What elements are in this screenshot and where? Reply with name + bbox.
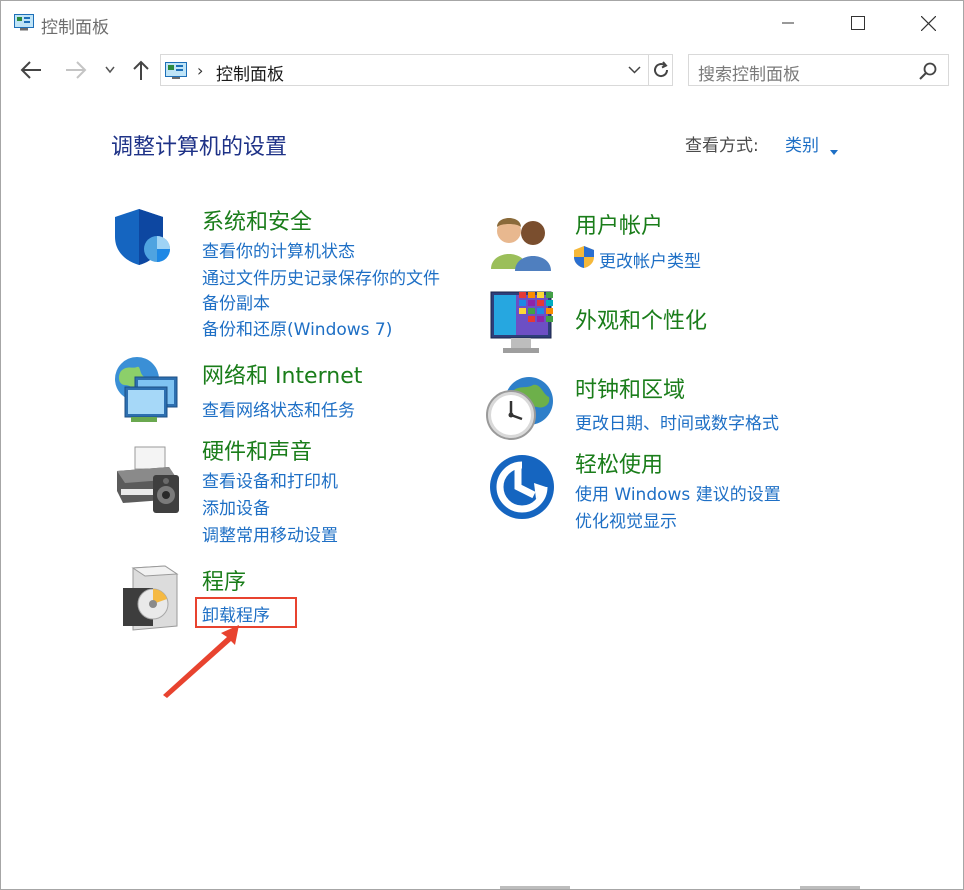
category-title-user-accounts[interactable]: 用户帐户: [575, 208, 663, 240]
uac-shield-icon: [573, 245, 595, 273]
link-windows-recommended-settings[interactable]: 使用 Windows 建议的设置: [575, 480, 781, 505]
back-arrow-icon: [20, 61, 41, 79]
page-title: 调整计算机的设置: [111, 135, 288, 160]
taskbar-edge: [800, 886, 860, 889]
forward-button[interactable]: [63, 57, 89, 83]
search-input[interactable]: 搜索控制面板: [698, 60, 800, 85]
minimize-button[interactable]: [758, 1, 818, 45]
taskbar-edge: [500, 886, 570, 889]
printer-icon[interactable]: [113, 445, 185, 521]
chevron-down-icon: [105, 66, 115, 74]
control-panel-app-icon: [14, 14, 34, 31]
view-by-dropdown[interactable]: 类别: [785, 131, 819, 156]
address-bar[interactable]: › 控制面板: [160, 54, 673, 86]
up-button[interactable]: [129, 57, 153, 83]
network-icon[interactable]: [111, 355, 187, 429]
recent-locations-button[interactable]: [102, 57, 118, 83]
caret-down-icon[interactable]: [830, 140, 838, 159]
control-panel-path-icon: [165, 62, 187, 79]
up-arrow-icon: [133, 60, 149, 80]
shield-icon[interactable]: [113, 207, 173, 271]
link-optimize-visual-display[interactable]: 优化视觉显示: [575, 507, 677, 532]
refresh-button[interactable]: [648, 55, 673, 85]
link-network-status[interactable]: 查看网络状态和任务: [202, 396, 355, 421]
category-title-system-security[interactable]: 系统和安全: [202, 204, 312, 236]
breadcrumb-control-panel[interactable]: 控制面板: [216, 60, 284, 85]
monitor-icon[interactable]: [489, 290, 559, 362]
control-panel-window: 控制面板 › 控制面板 搜索控制面板 调整计算机的设置 查看方式: 类别 系统和…: [0, 0, 964, 890]
maximize-button[interactable]: [828, 1, 888, 45]
link-backup-copy[interactable]: 备份副本: [202, 289, 270, 314]
back-button[interactable]: [18, 57, 44, 83]
clock-globe-icon[interactable]: [485, 373, 557, 447]
category-title-ease-of-access[interactable]: 轻松使用: [575, 447, 663, 479]
link-change-account-type[interactable]: 更改帐户类型: [599, 247, 701, 272]
category-title-clock-region[interactable]: 时钟和区域: [575, 372, 685, 404]
category-title-hardware-sound[interactable]: 硬件和声音: [202, 434, 312, 466]
address-history-button[interactable]: [621, 57, 647, 83]
breadcrumb-separator[interactable]: ›: [197, 61, 203, 80]
link-file-history[interactable]: 通过文件历史记录保存你的文件: [202, 264, 440, 289]
window-title: 控制面板: [41, 18, 109, 38]
search-box[interactable]: 搜索控制面板: [688, 54, 949, 86]
ease-of-access-icon[interactable]: [488, 453, 556, 525]
users-icon[interactable]: [489, 213, 557, 277]
link-mobility-settings[interactable]: 调整常用移动设置: [202, 521, 338, 546]
chevron-down-icon: [627, 66, 641, 74]
link-add-device[interactable]: 添加设备: [202, 494, 270, 519]
category-title-programs[interactable]: 程序: [202, 564, 246, 596]
link-change-date-time-format[interactable]: 更改日期、时间或数字格式: [575, 409, 779, 434]
refresh-icon: [654, 61, 669, 78]
link-backup-restore[interactable]: 备份和还原(Windows 7): [202, 315, 392, 340]
category-title-appearance[interactable]: 外观和个性化: [575, 303, 707, 335]
close-button[interactable]: [898, 1, 958, 45]
category-title-network[interactable]: 网络和 Internet: [202, 358, 362, 390]
view-by-label: 查看方式:: [685, 136, 759, 156]
title-bar: 控制面板: [1, 1, 963, 45]
forward-arrow-icon: [66, 61, 87, 79]
link-view-computer-status[interactable]: 查看你的计算机状态: [202, 237, 355, 262]
annotation-arrow-icon: [161, 621, 243, 703]
link-devices-printers[interactable]: 查看设备和打印机: [202, 467, 338, 492]
search-icon[interactable]: [918, 61, 938, 81]
